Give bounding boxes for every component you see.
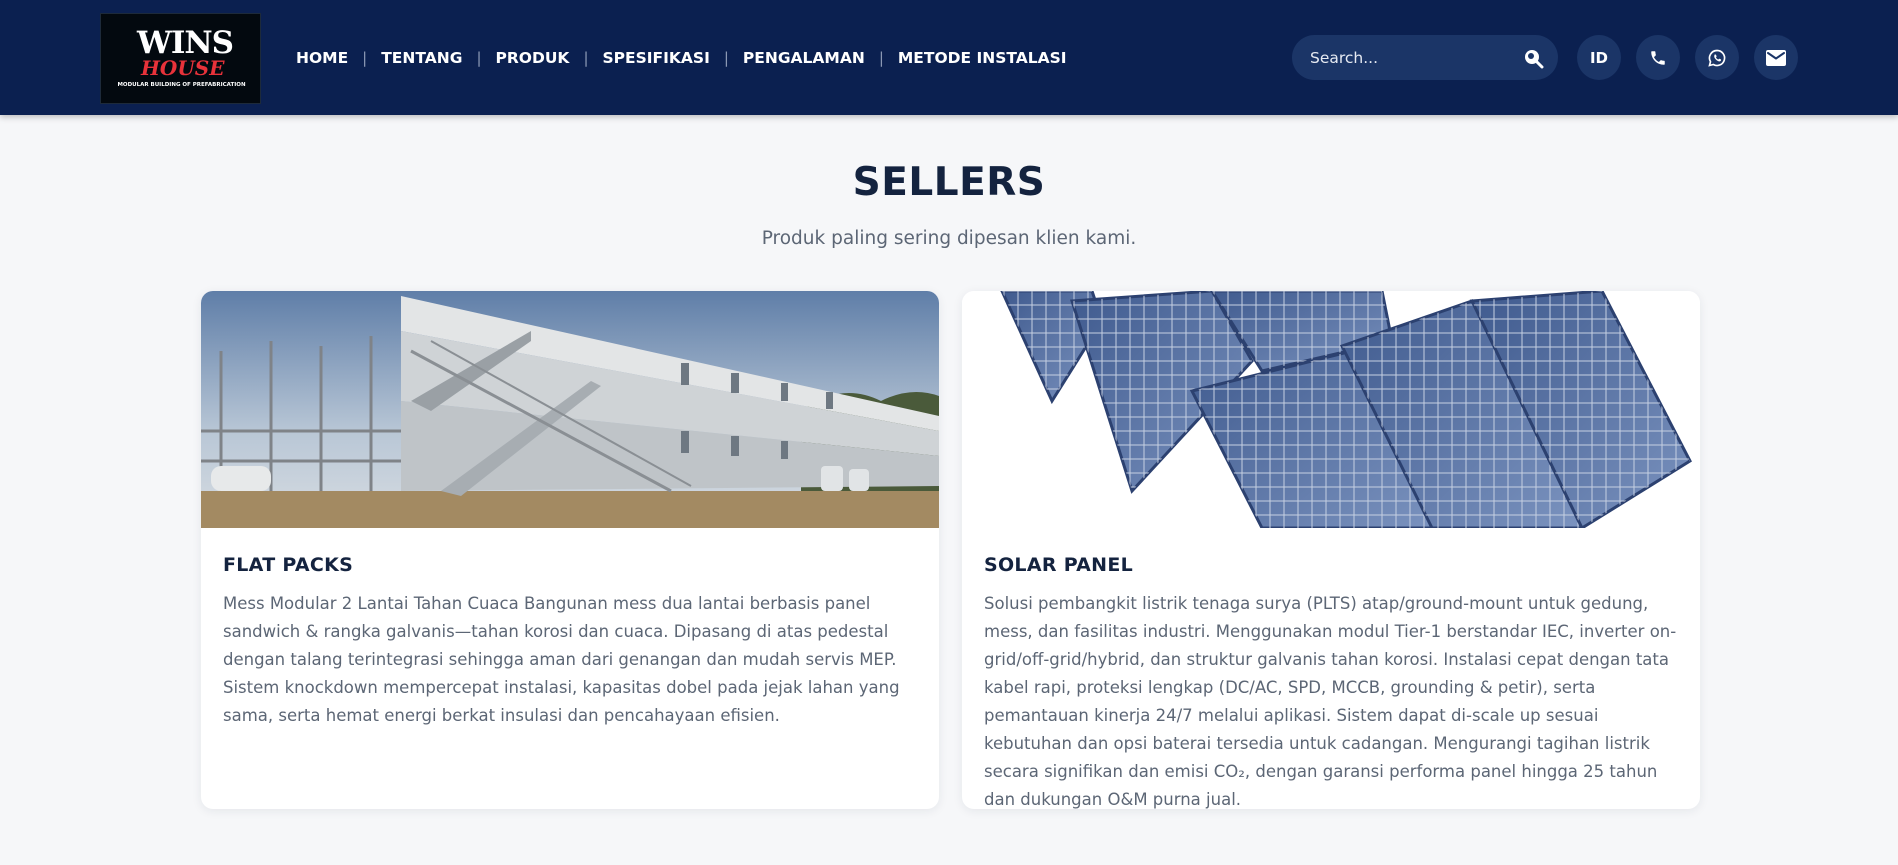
section-title: SELLERS [852, 160, 1046, 205]
nav-separator: | [476, 49, 482, 67]
search-box [1292, 35, 1558, 80]
product-title-flat-packs: FLAT PACKS [223, 554, 354, 576]
nav-separator: | [723, 49, 729, 67]
logo-main-text: WINS [137, 25, 234, 61]
nav-separator: | [878, 49, 884, 67]
nav-spesifikasi[interactable]: SPESIFIKASI [603, 49, 710, 67]
flat-packs-image [201, 291, 939, 528]
whatsapp-icon [1708, 49, 1726, 67]
nav-tentang[interactable]: TENTANG [381, 49, 462, 67]
main-nav: HOME | TENTANG | PRODUK | SPESIFIKASI | … [296, 47, 1067, 69]
language-label: ID [1589, 48, 1609, 67]
logo-sub-text: HOUSE [141, 56, 225, 80]
product-description-solar-panel: Solusi pembangkit listrik tenaga surya (… [984, 594, 1677, 809]
email-button[interactable] [1754, 35, 1798, 80]
nav-pengalaman[interactable]: PENGALAMAN [743, 49, 865, 67]
nav-metode-instalasi[interactable]: METODE INSTALASI [898, 49, 1067, 67]
search-input[interactable] [1310, 35, 1510, 80]
language-button[interactable]: ID [1577, 35, 1621, 80]
nav-separator: | [583, 49, 589, 67]
product-card-flat-packs[interactable]: FLAT PACKS Mess Modular 2 Lantai Tahan C… [201, 291, 939, 809]
nav-separator: | [362, 49, 368, 67]
section-subtitle: Produk paling sering dipesan klien kami. [761, 228, 1137, 249]
solar-panel-image [962, 291, 1700, 528]
search-icon[interactable] [1522, 47, 1544, 69]
product-title-solar-panel: SOLAR PANEL [984, 554, 1134, 576]
nav-home[interactable]: HOME [296, 49, 348, 67]
phone-button[interactable] [1636, 35, 1680, 80]
nav-produk[interactable]: PRODUK [496, 49, 570, 67]
email-icon [1766, 49, 1786, 66]
whatsapp-button[interactable] [1695, 35, 1739, 80]
site-header: WINS HOUSE MODULAR BUILDING OF PREFABRIC… [0, 0, 1898, 115]
logo-tagline: MODULAR BUILDING OF PREFABRICATION [117, 82, 246, 88]
product-card-solar-panel[interactable]: SOLAR PANEL Solusi pembangkit listrik te… [962, 291, 1700, 809]
brand-logo[interactable]: WINS HOUSE MODULAR BUILDING OF PREFABRIC… [100, 13, 261, 104]
product-description-flat-packs: Mess Modular 2 Lantai Tahan Cuaca Bangun… [223, 594, 900, 725]
phone-icon [1651, 50, 1665, 65]
